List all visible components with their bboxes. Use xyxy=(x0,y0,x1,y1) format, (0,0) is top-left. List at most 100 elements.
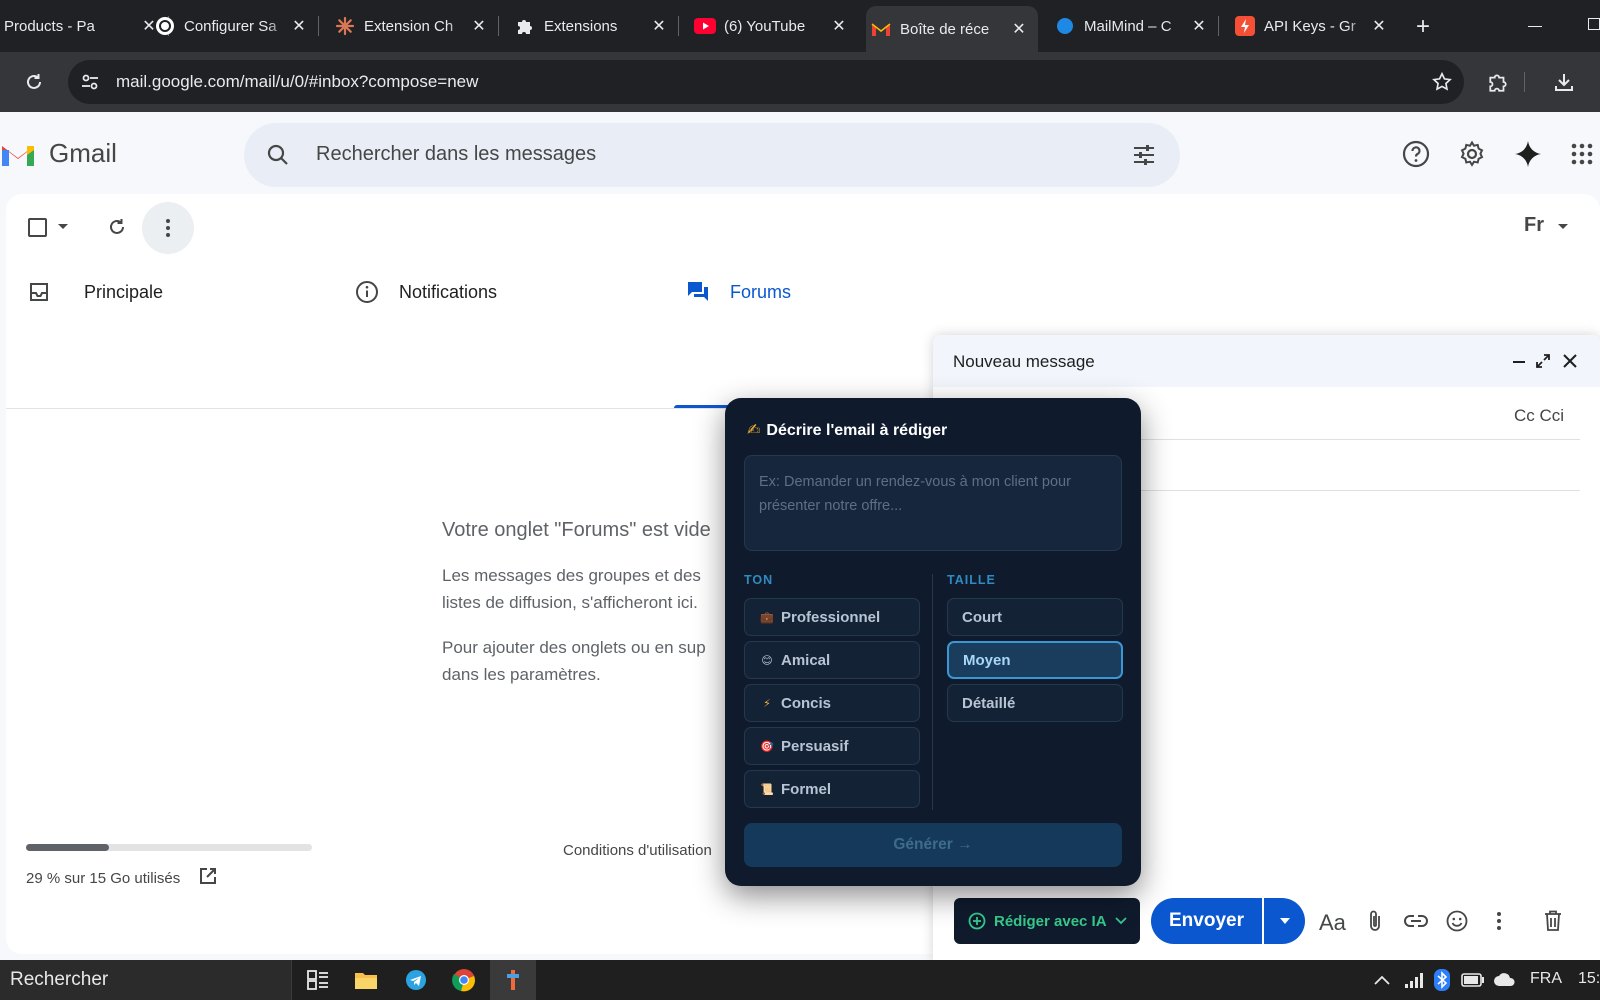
bluetooth-icon[interactable] xyxy=(1430,968,1454,992)
gmail-logo-icon[interactable] xyxy=(0,140,36,168)
minimize-window-icon[interactable] xyxy=(1528,26,1542,27)
url-text: mail.google.com/mail/u/0/#inbox?compose=… xyxy=(116,72,479,91)
empty-state-text: listes de diffusion, s'afficheront ici. xyxy=(442,593,698,612)
extensions-puzzle-icon[interactable] xyxy=(1484,68,1512,96)
tab-close-icon[interactable]: ✕ xyxy=(1190,17,1208,35)
browser-tab[interactable]: Products - Pa ✕ xyxy=(0,8,169,44)
tab-close-icon[interactable]: ✕ xyxy=(1010,20,1028,38)
ai-compose-label: Rédiger avec IA xyxy=(994,912,1107,930)
gmail-logo-text[interactable]: Gmail xyxy=(49,138,117,169)
select-dropdown-chevron-down-icon[interactable] xyxy=(58,224,68,229)
open-external-icon[interactable] xyxy=(196,864,220,888)
help-icon[interactable] xyxy=(1400,138,1432,170)
ai-popup-title: ✍ Décrire l'email à rédiger xyxy=(747,420,947,440)
active-app-icon[interactable] xyxy=(490,960,536,1000)
settings-gear-icon[interactable] xyxy=(1456,138,1488,170)
option-label: Persuasif xyxy=(781,737,849,755)
clock-time[interactable]: 15:2 xyxy=(1578,970,1600,988)
option-label: Amical xyxy=(781,651,831,669)
onedrive-cloud-icon[interactable] xyxy=(1492,968,1518,992)
tab-close-icon[interactable]: ✕ xyxy=(830,17,848,35)
select-all-checkbox[interactable] xyxy=(28,218,47,237)
tab-title: Extension Ch xyxy=(364,17,454,35)
download-icon[interactable] xyxy=(1550,68,1578,96)
close-icon[interactable] xyxy=(1560,351,1580,371)
task-view-icon[interactable] xyxy=(304,966,332,994)
tab-close-icon[interactable]: ✕ xyxy=(1370,17,1388,35)
google-apps-grid-icon[interactable] xyxy=(1566,138,1598,170)
briefcase-icon: 💼 xyxy=(760,611,774,624)
insert-link-icon[interactable] xyxy=(1401,907,1431,935)
tone-option-concis[interactable]: ⚡ Concis xyxy=(744,684,920,722)
chrome-icon[interactable] xyxy=(450,966,478,994)
lightning-icon: ⚡ xyxy=(763,697,771,710)
telegram-icon[interactable] xyxy=(402,966,430,994)
maximize-window-icon[interactable] xyxy=(1588,18,1600,30)
reload-icon[interactable] xyxy=(20,68,48,96)
tone-option-professionnel[interactable]: 💼 Professionnel xyxy=(744,598,920,636)
tab-notifications[interactable]: Notifications xyxy=(355,256,497,328)
bookmark-star-icon[interactable] xyxy=(1430,70,1454,94)
expand-icon[interactable] xyxy=(1533,351,1553,371)
tab-close-icon[interactable]: ✕ xyxy=(470,17,488,35)
refresh-icon[interactable] xyxy=(102,212,132,242)
ai-compose-button[interactable]: Rédiger avec IA xyxy=(954,898,1140,944)
tab-principale[interactable]: Principale xyxy=(28,256,163,328)
tone-option-formel[interactable]: 📜 Formel xyxy=(744,770,920,808)
cc-cci-link[interactable]: Cc Cci xyxy=(1514,406,1564,426)
email-description-textarea[interactable]: Ex: Demander un rendez-vous à mon client… xyxy=(744,455,1122,551)
new-tab-plus-icon[interactable]: + xyxy=(1410,13,1436,40)
emoji-icon[interactable] xyxy=(1443,907,1471,935)
youtube-icon xyxy=(694,15,716,37)
discard-trash-icon[interactable] xyxy=(1539,907,1567,935)
search-icon[interactable] xyxy=(264,141,292,169)
minimize-icon[interactable] xyxy=(1513,361,1525,363)
browser-tab[interactable]: MailMind – C ✕ xyxy=(1050,8,1219,44)
language-chevron-down-icon[interactable] xyxy=(1558,224,1568,229)
empty-state-text: Les messages des groupes et des xyxy=(442,566,701,585)
size-option-moyen[interactable]: Moyen xyxy=(947,641,1123,679)
generate-button[interactable]: Générer → xyxy=(744,823,1122,867)
compose-header[interactable]: Nouveau message xyxy=(933,335,1600,387)
send-button[interactable]: Envoyer xyxy=(1151,898,1262,944)
browser-tab[interactable]: (6) YouTube ✕ xyxy=(690,8,858,44)
gemini-sparkle-icon[interactable] xyxy=(1512,138,1544,170)
tone-option-amical[interactable]: 😊 Amical xyxy=(744,641,920,679)
tab-close-icon[interactable]: ✕ xyxy=(290,17,308,35)
attach-paperclip-icon[interactable] xyxy=(1361,907,1389,935)
search-input[interactable]: Rechercher dans les messages xyxy=(316,143,596,166)
wifi-icon[interactable] xyxy=(1402,968,1426,992)
more-options-icon[interactable] xyxy=(142,202,194,254)
mailmind-icon xyxy=(1054,15,1076,37)
site-settings-icon[interactable] xyxy=(78,70,102,94)
browser-tab[interactable]: Extensions ✕ xyxy=(510,8,679,44)
size-option-court[interactable]: Court xyxy=(947,598,1123,636)
browser-tab[interactable]: API Keys - Gr ✕ xyxy=(1230,8,1398,44)
battery-icon[interactable] xyxy=(1460,968,1486,992)
openai-icon xyxy=(154,15,176,37)
storage-bar xyxy=(26,844,312,851)
tab-label: Forums xyxy=(730,281,792,302)
tab-close-icon[interactable]: ✕ xyxy=(650,17,668,35)
tab-title: (6) YouTube xyxy=(724,17,806,35)
browser-tab[interactable]: Configurer Sa ✕ xyxy=(150,8,319,44)
tab-forums[interactable]: Forums xyxy=(686,256,791,328)
tone-option-persuasif[interactable]: 🎯 Persuasif xyxy=(744,727,920,765)
show-hidden-icons-chevron-up-icon[interactable] xyxy=(1370,968,1394,992)
input-language[interactable]: FRA xyxy=(1530,970,1562,988)
mail-search-bar[interactable]: Rechercher dans les messages xyxy=(244,123,1180,187)
language-indicator[interactable]: Fr xyxy=(1524,214,1544,237)
address-bar[interactable]: mail.google.com/mail/u/0/#inbox?compose=… xyxy=(68,60,1464,104)
info-icon xyxy=(355,280,379,304)
compose-title: Nouveau message xyxy=(953,352,1095,371)
smiley-icon: 😊 xyxy=(761,654,773,667)
file-explorer-icon[interactable] xyxy=(352,966,380,994)
browser-tab[interactable]: Extension Ch ✕ xyxy=(330,8,499,44)
size-option-detaille[interactable]: Détaillé xyxy=(947,684,1123,722)
search-filters-icon[interactable] xyxy=(1130,141,1158,169)
taskbar-search[interactable]: Rechercher xyxy=(0,960,292,1000)
formatting-options-button[interactable]: Aa xyxy=(1319,910,1346,936)
terms-link[interactable]: Conditions d'utilisation xyxy=(563,842,712,859)
browser-tab-active[interactable]: Boîte de réce ✕ xyxy=(866,6,1038,52)
more-options-icon[interactable] xyxy=(1489,907,1509,935)
